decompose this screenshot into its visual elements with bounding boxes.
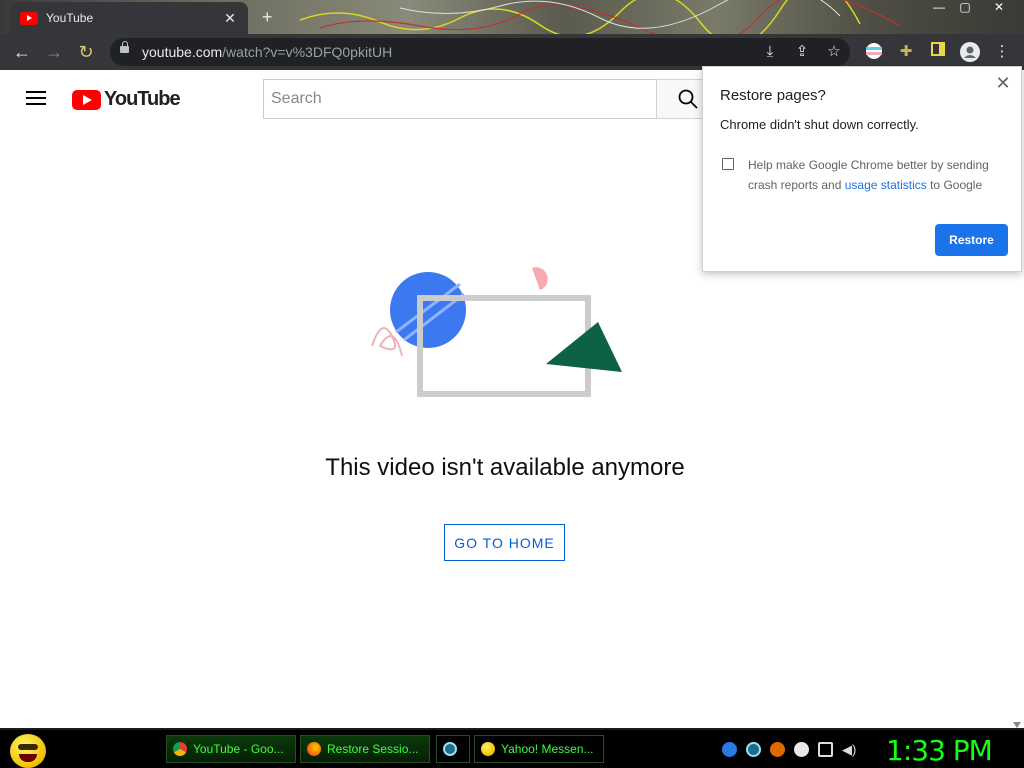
youtube-favicon-icon <box>20 11 38 25</box>
tray-network-icon[interactable] <box>818 742 833 757</box>
chrome-icon <box>173 742 187 756</box>
minimize-button[interactable]: — <box>926 0 952 18</box>
taskbar-item-yahoo-messenger[interactable]: Yahoo! Messen... <box>474 735 604 763</box>
taskbar-item-chrome[interactable]: YouTube - Goo... <box>166 735 296 763</box>
maximize-button[interactable]: ▢ <box>952 0 978 18</box>
unavailable-video-illustration <box>371 267 622 397</box>
crash-report-checkbox[interactable] <box>722 158 734 170</box>
url-path: /watch?v=v%3DFQ0pkitUH <box>222 44 393 60</box>
taskbar-item-label: YouTube - Goo... <box>193 742 284 756</box>
tray-volume-icon[interactable]: ◀) <box>842 742 857 757</box>
browser-toolbar: ← → ↻ youtube.com/watch?v=v%3DFQ0pkitUH … <box>0 34 1024 70</box>
bookmark-star-icon[interactable]: ☆ <box>824 42 844 62</box>
taskbar: YouTube - Goo... Restore Sessio... Yahoo… <box>0 728 1024 768</box>
firefox-icon <box>307 742 321 756</box>
guide-menu-icon[interactable] <box>26 91 46 105</box>
vpn-icon <box>443 742 457 756</box>
tray-search-icon[interactable] <box>770 742 785 757</box>
youtube-logo[interactable]: YouTube <box>72 88 181 111</box>
profile-flag-icon[interactable] <box>864 42 884 62</box>
side-panel-icon[interactable] <box>928 42 948 62</box>
go-to-home-button[interactable]: GO TO HOME <box>444 524 565 561</box>
error-message: This video isn't available anymore <box>325 454 685 481</box>
dialog-title: Restore pages? <box>720 87 826 104</box>
screen: YouTube ✕ + — ▢ ✕ ← → ↻ youtube.com/watc… <box>0 0 1024 768</box>
tray-emoji-icon[interactable] <box>794 742 809 757</box>
youtube-play-icon <box>72 89 101 110</box>
menu-kebab-icon[interactable]: ⋮ <box>992 42 1012 62</box>
install-app-icon[interactable]: ⤓ <box>760 42 780 62</box>
account-avatar-icon[interactable] <box>960 42 980 62</box>
taskbar-item-firefox[interactable]: Restore Sessio... <box>300 735 430 763</box>
restore-button[interactable]: Restore <box>935 224 1008 256</box>
tab-title: YouTube <box>46 11 94 25</box>
taskbar-item-vpn[interactable] <box>436 735 470 763</box>
crash-report-text-end: to Google <box>926 178 983 192</box>
url-domain: youtube.com <box>142 44 223 60</box>
dialog-subtitle: Chrome didn't shut down correctly. <box>720 117 919 132</box>
tray-shield-icon[interactable] <box>722 742 737 757</box>
back-button[interactable]: ← <box>10 40 34 64</box>
yahoo-messenger-icon <box>481 742 495 756</box>
forward-button[interactable]: → <box>42 40 66 64</box>
reload-button[interactable]: ↻ <box>74 40 98 64</box>
tray-vpn-icon[interactable] <box>746 742 761 757</box>
taskbar-item-label: Restore Sessio... <box>327 742 419 756</box>
restore-pages-dialog: Restore pages? ✕ Chrome didn't shut down… <box>702 66 1022 272</box>
taskbar-clock: 1:33 PM <box>886 734 993 767</box>
taskbar-item-label: Yahoo! Messen... <box>501 742 594 756</box>
dialog-close-icon[interactable]: ✕ <box>993 73 1013 94</box>
browser-tab-strip: YouTube ✕ + — ▢ ✕ <box>0 0 1024 34</box>
start-smiley-icon[interactable] <box>10 734 46 768</box>
tab-close-icon[interactable]: ✕ <box>222 10 238 27</box>
crash-report-label: Help make Google Chrome better by sendin… <box>748 155 1008 195</box>
usage-statistics-link[interactable]: usage statistics <box>845 178 927 192</box>
tab-youtube[interactable]: YouTube ✕ <box>10 2 248 34</box>
url-text: youtube.com/watch?v=v%3DFQ0pkitUH <box>142 44 392 60</box>
close-window-button[interactable]: ✕ <box>986 0 1012 18</box>
address-bar[interactable]: youtube.com/watch?v=v%3DFQ0pkitUH ⤓ ⇪ ☆ <box>110 38 850 66</box>
share-icon[interactable]: ⇪ <box>792 42 812 62</box>
search-input[interactable] <box>263 79 657 119</box>
search-icon <box>678 89 698 109</box>
lock-icon <box>120 41 129 53</box>
new-tab-plus-icon[interactable]: + <box>262 8 273 26</box>
extensions-puzzle-icon[interactable]: ✚ <box>896 42 916 62</box>
youtube-wordmark: YouTube <box>104 88 181 110</box>
